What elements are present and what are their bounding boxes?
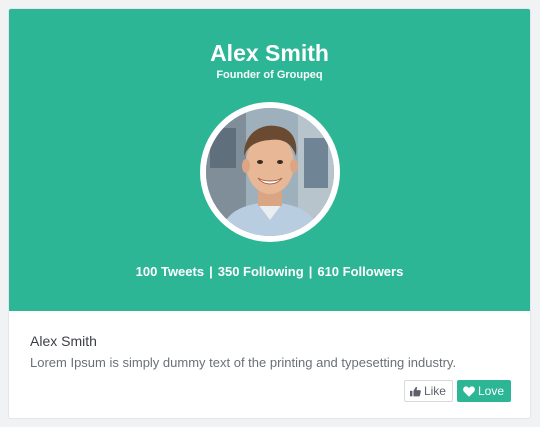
like-button[interactable]: Like [403,380,453,402]
profile-role: Founder of Groupeq [216,69,323,81]
avatar[interactable] [206,108,334,236]
profile-name: Alex Smith [210,40,329,66]
love-button[interactable]: Love [456,380,511,402]
stat-followers[interactable]: 610 Followers [317,264,403,279]
stat-separator: | [308,264,313,279]
profile-stats: 100 Tweets | 350 Following | 610 Followers [9,264,530,280]
stat-separator: | [209,264,213,279]
profile-card: Alex Smith Founder of Groupeq 100 Tweets… [8,8,531,419]
love-label: Love [477,384,504,398]
body-title: Alex Smith [30,333,97,349]
action-buttons: Like Love [403,380,511,402]
like-label: Like [423,384,446,398]
profile-body: Alex Smith Lorem Ipsum is simply dummy t… [9,311,530,418]
avatar-frame [200,102,340,242]
thumbs-up-icon [409,386,421,397]
heart-icon [463,385,475,397]
stat-following[interactable]: 350 Following [218,264,304,279]
profile-header: Alex Smith Founder of Groupeq 100 Tweets… [9,9,530,311]
avatar-image [206,108,334,236]
stat-tweets[interactable]: 100 Tweets [136,264,204,279]
body-description: Lorem Ipsum is simply dummy text of the … [30,355,457,370]
